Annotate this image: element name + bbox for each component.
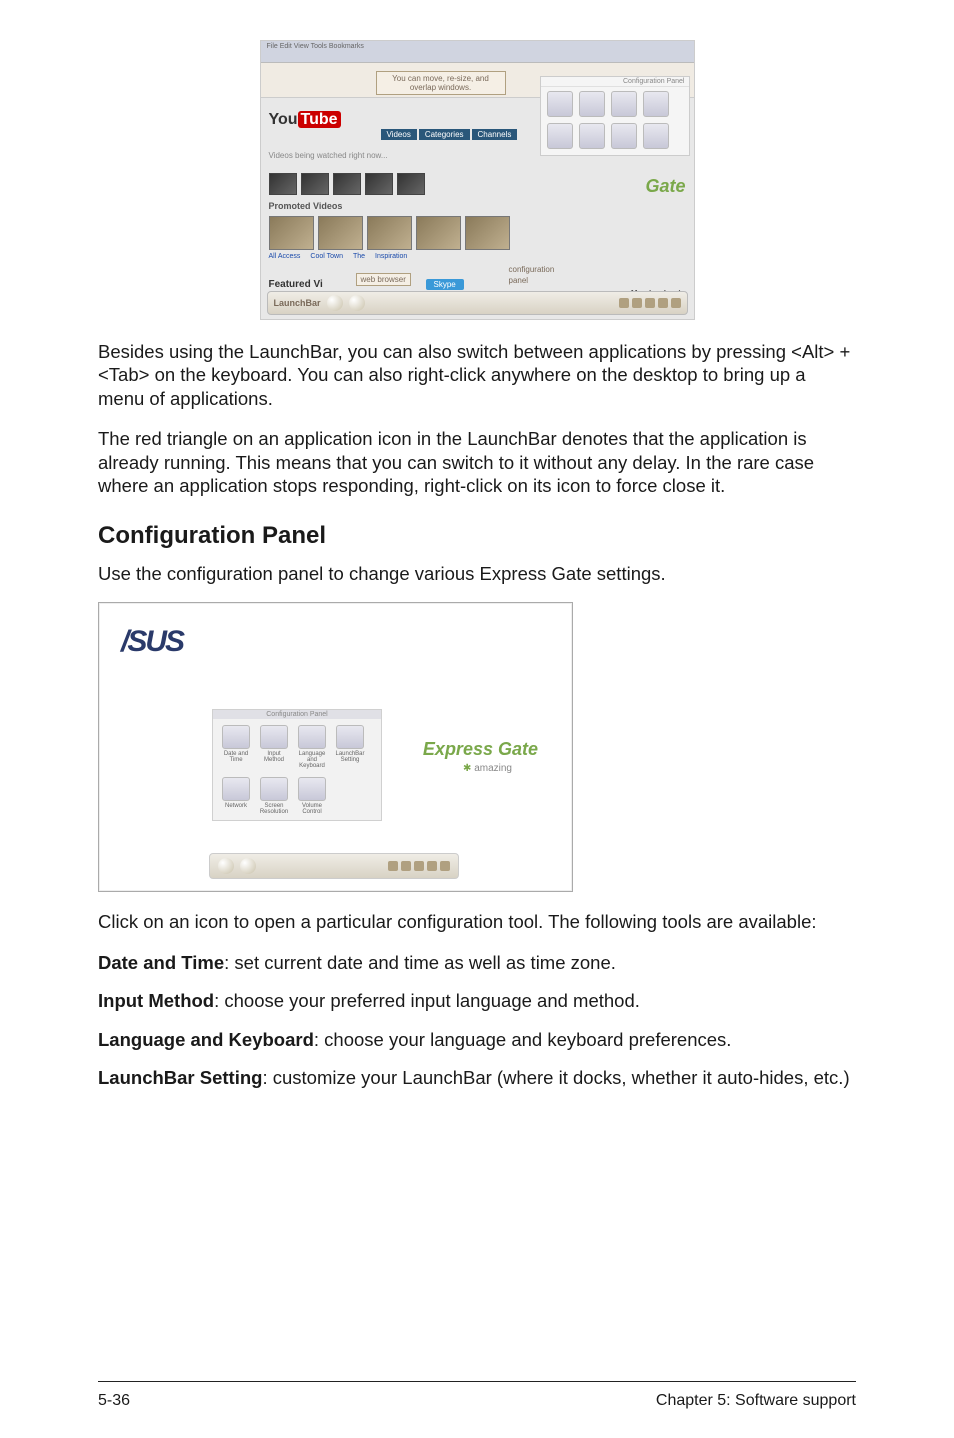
tool-input-method: Input Method: choose your preferred inpu… [98, 989, 856, 1012]
tool-date-time: Date and Time: set current date and time… [98, 951, 856, 974]
page-number: 5-36 [98, 1392, 130, 1410]
express-gate-tag: amazing [463, 763, 512, 774]
callout-configuration: configuration [509, 265, 555, 274]
body-paragraph-2: The red triangle on an application icon … [98, 427, 856, 497]
callout-move-resize: You can move, re-size, and overlap windo… [376, 71, 506, 95]
express-gate-text: Express Gate [423, 739, 538, 760]
fig2-launchbar [209, 853, 459, 879]
fig1-config-panel: Configuration Panel [540, 76, 690, 156]
launchbar-orb-icon [349, 295, 365, 311]
body-paragraph-4: Click on an icon to open a particular co… [98, 910, 856, 933]
heading-configuration-panel: Configuration Panel [98, 522, 856, 550]
footer-rule [98, 1381, 856, 1382]
promoted-label: Promoted Videos [269, 201, 343, 211]
yt-links: All Access Cool Town The Inspiration [269, 253, 408, 260]
thumb-row-2 [269, 216, 510, 250]
fig1-menubar: File Edit View Tools Bookmarks [261, 41, 694, 63]
launchbar-orb-icon [240, 858, 256, 874]
config-panel-window: Configuration Panel Date and Time Input … [212, 709, 382, 821]
youtube-logo: YouTube [269, 111, 341, 129]
thumb-row-1 [269, 173, 425, 195]
page-footer: 5-36 Chapter 5: Software support [98, 1392, 856, 1410]
tool-language-keyboard: Language and Keyboard: choose your langu… [98, 1028, 856, 1051]
launchbar-orb-icon [327, 295, 343, 311]
tool-launchbar-setting: LaunchBar Setting: customize your Launch… [98, 1066, 856, 1089]
body-paragraph-3: Use the configuration panel to change va… [98, 562, 856, 585]
launchbar-orb-icon [218, 858, 234, 874]
yt-subtext: Videos being watched right now... [269, 151, 388, 160]
gate-text: Gate [645, 176, 685, 197]
asus-logo: /SUS [121, 625, 183, 659]
body-paragraph-1: Besides using the LaunchBar, you can als… [98, 340, 856, 410]
figure-config-panel-screenshot: /SUS Configuration Panel Date and Time I… [98, 602, 573, 892]
chapter-label: Chapter 5: Software support [656, 1392, 856, 1410]
launchbar: LaunchBar [267, 291, 688, 315]
youtube-tabs: Videos Categories Channels [381, 129, 518, 140]
featured-label: Featured Vi [269, 279, 323, 290]
callout-panel: panel [509, 276, 529, 285]
figure-launchbar-screenshot: File Edit View Tools Bookmarks You can m… [260, 40, 695, 320]
callout-web-browser: web browser [356, 273, 411, 286]
skype-button: Skype [426, 279, 464, 290]
